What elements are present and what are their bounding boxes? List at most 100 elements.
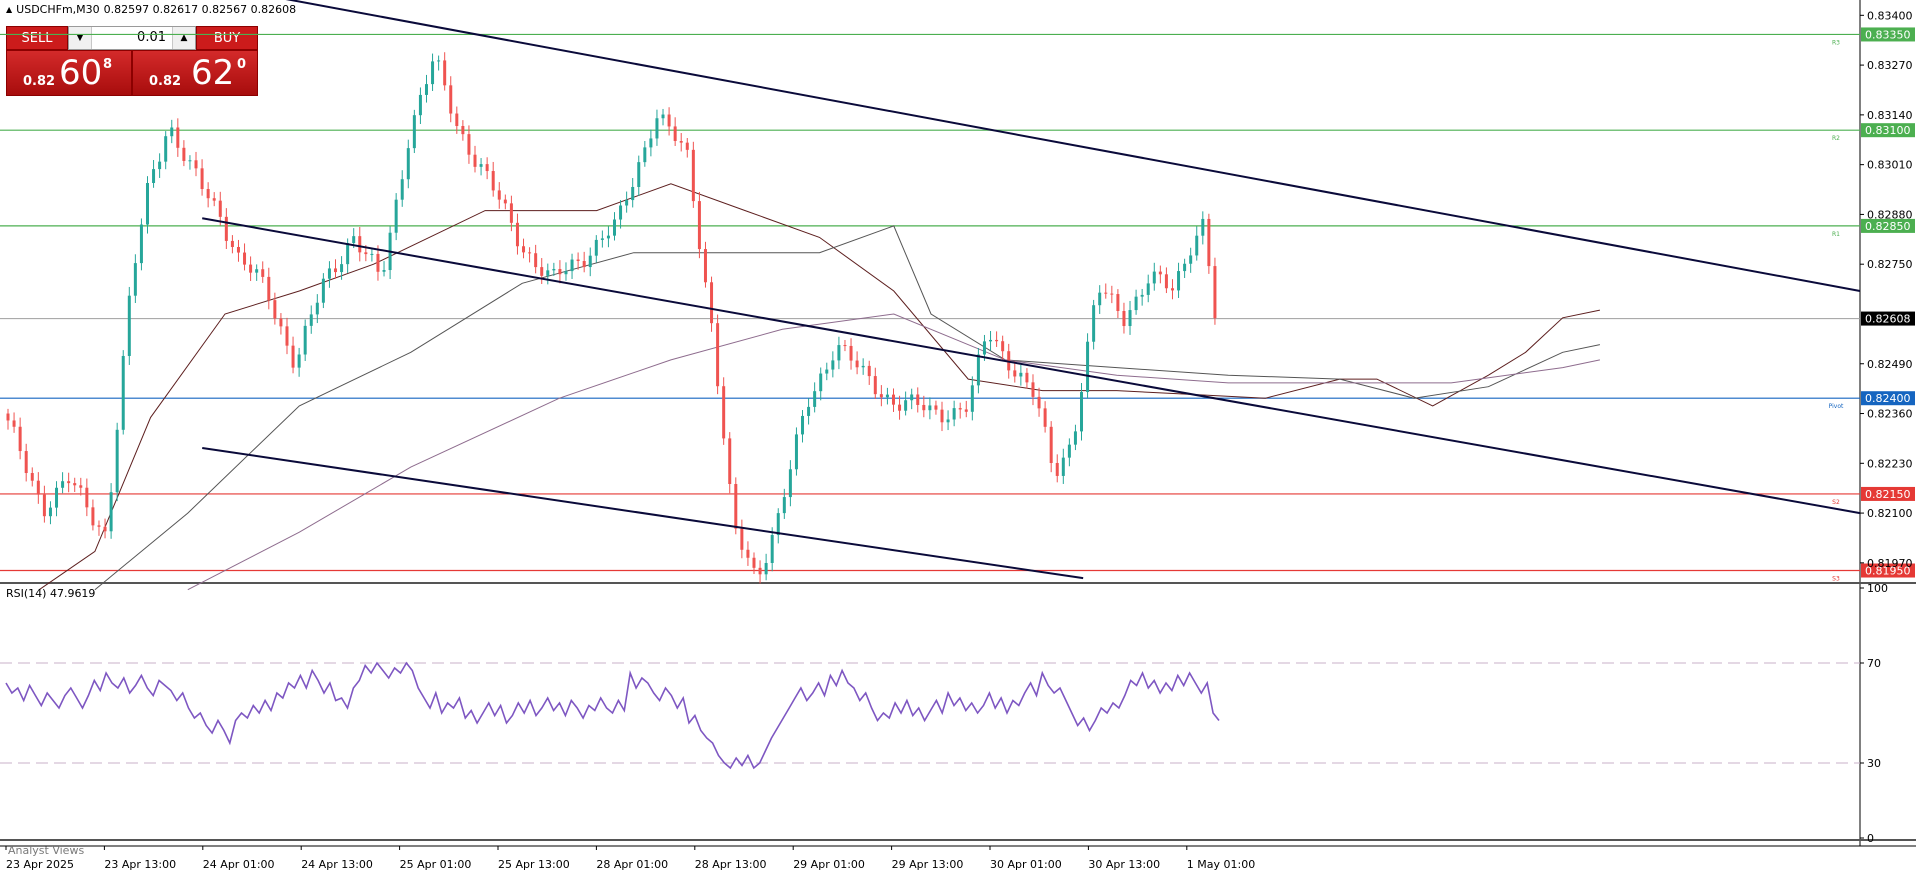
candle-body [358, 236, 362, 253]
time-tick-label: 29 Apr 01:00 [793, 858, 865, 871]
candle-body [30, 473, 34, 481]
candle-body [18, 426, 22, 452]
candle-body [813, 391, 817, 407]
pivot-price-label: 0.82150 [1865, 488, 1911, 501]
candle-body [685, 142, 689, 150]
chart-canvas[interactable]: R3 0.83350 R2 0.83100 R1 0.82850 Pivot 0.82400 S… [0, 0, 1916, 874]
candle-body [619, 205, 623, 220]
candle-body [1134, 296, 1138, 311]
time-tick-label: 24 Apr 01:00 [203, 858, 275, 871]
candle-body [1140, 294, 1144, 297]
candle-body [606, 235, 610, 239]
candle-body [958, 408, 962, 410]
candle-body [249, 264, 253, 273]
candle-body [710, 282, 714, 324]
candle-body [1067, 444, 1071, 458]
candle-body [127, 295, 131, 356]
candle-body [6, 413, 10, 421]
time-tick-label: 23 Apr 2025 [6, 858, 74, 871]
candle-body [1073, 431, 1077, 445]
candle-body [1170, 288, 1174, 291]
candle-body [910, 394, 914, 401]
candle-body [1164, 274, 1168, 289]
candle-body [782, 497, 786, 514]
candle-body [376, 253, 380, 272]
candle-body [843, 345, 847, 347]
candle-body [285, 326, 289, 346]
candle-body [1207, 218, 1211, 267]
pivot-level-name: Pivot [1829, 403, 1844, 410]
price-tick-label: 0.83010 [1867, 159, 1913, 172]
candle-body [849, 345, 853, 361]
candle-body [255, 269, 259, 273]
analyst-views-label[interactable]: Analyst Views [8, 844, 84, 857]
rsi-tick-label: 100 [1867, 582, 1888, 595]
pivot-price-label: 0.83350 [1865, 28, 1911, 41]
candle-body [236, 246, 240, 253]
candle-body [788, 469, 792, 498]
candle-body [989, 339, 993, 342]
candle-body [873, 376, 877, 395]
candle-body [819, 373, 823, 392]
rsi-tick-label: 30 [1867, 757, 1881, 770]
candle-body [334, 268, 338, 273]
rsi-line [5, 661, 1220, 770]
time-tick-label: 23 Apr 13:00 [104, 858, 176, 871]
candle-body [206, 189, 210, 199]
candle-body [940, 409, 944, 423]
candle-body [1104, 292, 1108, 294]
candle-body [1013, 370, 1017, 377]
candle-body [1092, 305, 1096, 342]
candle-body [497, 190, 501, 200]
candle-body [661, 114, 665, 119]
candle-body [55, 487, 59, 508]
time-tick-label: 28 Apr 13:00 [695, 858, 767, 871]
candle-body [928, 405, 932, 411]
candle-body [158, 161, 162, 170]
candle-body [776, 513, 780, 536]
candle-body [716, 323, 720, 387]
trendline[interactable] [202, 446, 1084, 580]
candle-body [752, 557, 756, 568]
time-tick-label: 30 Apr 13:00 [1088, 858, 1160, 871]
candle-body [24, 451, 28, 474]
candle-body [176, 127, 180, 148]
candle-body [515, 222, 519, 247]
candle-body [267, 276, 271, 301]
candle-body [509, 203, 513, 223]
candle-body [424, 84, 428, 95]
moving-average-line [94, 225, 1601, 591]
candle-body [145, 182, 149, 225]
time-tick-label: 30 Apr 01:00 [990, 858, 1062, 871]
candle-body [861, 365, 865, 368]
price-tick-label: 0.82750 [1867, 258, 1913, 271]
candle-body [1183, 263, 1187, 272]
candle-body [340, 264, 344, 273]
candle-body [364, 252, 368, 255]
candle-body [649, 138, 653, 148]
candle-body [546, 270, 550, 276]
candle-body [831, 360, 835, 370]
candle-body [552, 268, 556, 271]
pivot-level-name: R2 [1832, 135, 1840, 142]
candle-body [194, 160, 198, 169]
candle-body [867, 365, 871, 377]
pivot-level-name: R1 [1832, 231, 1840, 238]
candle-body [91, 507, 95, 526]
candle-body [1201, 218, 1205, 236]
trendline[interactable] [2, 0, 1861, 292]
candle-body [291, 345, 295, 368]
candle-body [418, 94, 422, 116]
candle-body [1152, 271, 1156, 284]
candle-body [891, 394, 895, 405]
candle-body [97, 525, 101, 527]
candle-body [164, 136, 168, 162]
candle-body [1049, 426, 1053, 463]
trading-chart-window: ▲ USDCHFm,M30 0.82597 0.82617 0.82567 0.… [0, 0, 1916, 874]
trendline[interactable] [202, 217, 1861, 515]
candle-body [406, 148, 410, 180]
candle-body [934, 405, 938, 410]
candle-body [770, 535, 774, 563]
candle-body [758, 567, 762, 575]
moving-average-line [187, 313, 1601, 591]
